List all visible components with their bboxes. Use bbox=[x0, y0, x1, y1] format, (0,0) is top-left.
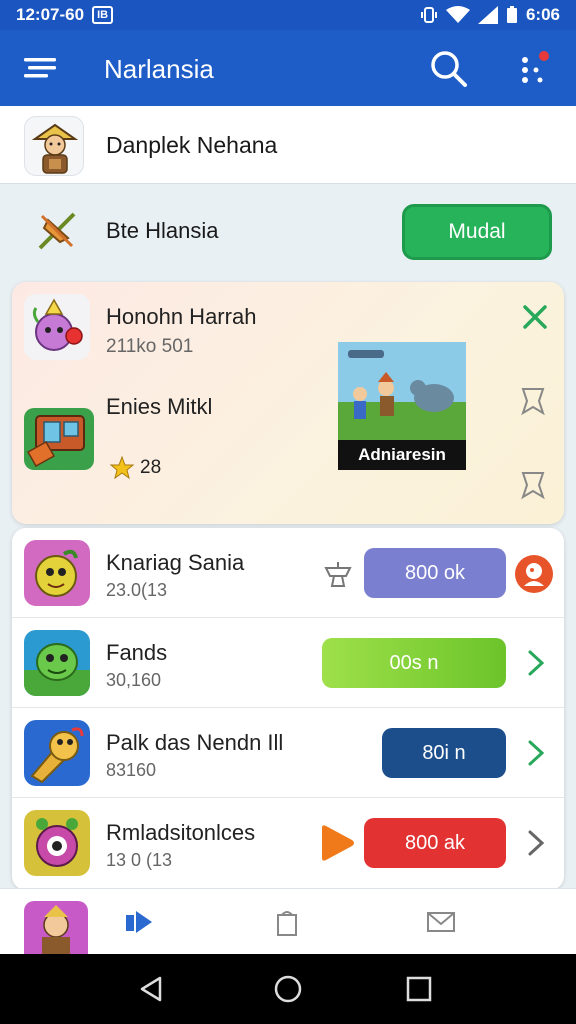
app-icon bbox=[24, 810, 90, 876]
wifi-icon bbox=[445, 6, 470, 23]
bottom-nav bbox=[0, 888, 576, 955]
play-icon[interactable] bbox=[124, 907, 154, 937]
featured-card: Honohn Harrah 211ko 501 Enies Mitkl 28 A… bbox=[12, 282, 564, 524]
signal-icon bbox=[477, 6, 498, 24]
app-sub: 23.0(13 bbox=[106, 580, 168, 600]
featured-banner[interactable]: Adniaresin bbox=[338, 342, 466, 470]
menu-icon[interactable] bbox=[24, 54, 60, 82]
list-item[interactable]: Rmladsitonlces 13 0 (13 800 ak bbox=[12, 798, 564, 888]
featured-item-icon[interactable] bbox=[24, 294, 90, 360]
back-icon[interactable] bbox=[136, 974, 166, 1004]
app-sub: 13 0 (13 bbox=[106, 850, 173, 870]
list-item[interactable]: Palk das Nendn Ill 83160 80i n bbox=[12, 708, 564, 798]
tool-icon bbox=[38, 212, 76, 250]
avatar[interactable] bbox=[24, 116, 84, 176]
banner-caption: Adniaresin bbox=[338, 440, 466, 470]
featured-item2-name: Enies Mitkl bbox=[106, 394, 213, 419]
farmer-avatar-icon bbox=[31, 123, 79, 174]
system-nav-bar bbox=[0, 954, 576, 1024]
app-action-button[interactable]: 00s n bbox=[322, 638, 506, 688]
status-badge: IB bbox=[92, 6, 114, 24]
profile-name: Danplek Nehana bbox=[106, 132, 278, 158]
search-icon[interactable] bbox=[428, 48, 468, 88]
home-icon[interactable] bbox=[273, 974, 303, 1004]
rating: 28 bbox=[110, 456, 161, 480]
chevron-right-icon[interactable] bbox=[524, 828, 548, 858]
mail-icon[interactable] bbox=[426, 907, 456, 937]
profile-header[interactable]: Danplek Nehana bbox=[0, 106, 576, 184]
app-name: Knariag Sania bbox=[106, 550, 245, 575]
close-icon[interactable] bbox=[520, 302, 550, 332]
status-time: 12:07-60 bbox=[16, 5, 85, 24]
vibrate-icon bbox=[420, 7, 437, 23]
app-icon bbox=[24, 720, 90, 786]
app-list: Knariag Sania 23.0(13 800 ok Fands 30,16… bbox=[12, 528, 564, 890]
bookmark-icon[interactable] bbox=[520, 470, 546, 500]
bookmark-icon[interactable] bbox=[520, 386, 546, 416]
app-action-button[interactable]: 80i n bbox=[382, 728, 506, 778]
avatar[interactable] bbox=[24, 901, 88, 955]
app-title: Narlansia bbox=[104, 54, 214, 84]
app-action-button[interactable]: 800 ok bbox=[364, 548, 506, 598]
chevron-right-icon[interactable] bbox=[524, 738, 548, 768]
app-icon bbox=[24, 540, 90, 606]
battery-text: 6:06 bbox=[525, 5, 560, 24]
chevron-right-icon[interactable] bbox=[524, 648, 548, 678]
profile-circle-icon[interactable] bbox=[514, 554, 554, 594]
status-bar: 12:07-60 IB 6:06 bbox=[0, 0, 576, 30]
featured-item2-icon[interactable] bbox=[22, 402, 96, 474]
rating-value: 28 bbox=[140, 457, 162, 478]
app-name: Fands bbox=[106, 640, 168, 665]
play-arrow-icon[interactable] bbox=[318, 822, 356, 864]
app-name: Palk das Nendn Ill bbox=[106, 730, 284, 755]
app-action-button[interactable]: 800 ak bbox=[364, 818, 506, 868]
bag-icon[interactable] bbox=[272, 907, 302, 937]
app-sub: 83160 bbox=[106, 760, 157, 780]
tool-label: Bte Hlansia bbox=[106, 218, 219, 243]
app-name: Rmladsitonlces bbox=[106, 820, 256, 845]
list-item[interactable]: Knariag Sania 23.0(13 800 ok bbox=[12, 528, 564, 618]
app-icon bbox=[24, 630, 90, 696]
battery-icon bbox=[506, 6, 517, 23]
app-bar: Narlansia bbox=[0, 30, 576, 106]
app-sub: 30,160 bbox=[106, 670, 162, 690]
tool-row: Bte Hlansia Mudal bbox=[0, 184, 576, 278]
more-vert-icon[interactable] bbox=[514, 48, 554, 88]
list-item[interactable]: Fands 30,160 00s n bbox=[12, 618, 564, 708]
featured-item-name: Honohn Harrah bbox=[106, 304, 257, 329]
recents-icon[interactable] bbox=[404, 974, 434, 1004]
anvil-icon bbox=[324, 562, 352, 587]
star-icon bbox=[110, 456, 134, 480]
mudal-button[interactable]: Mudal bbox=[402, 204, 552, 260]
featured-item-sub: 211ko 501 bbox=[106, 336, 194, 357]
